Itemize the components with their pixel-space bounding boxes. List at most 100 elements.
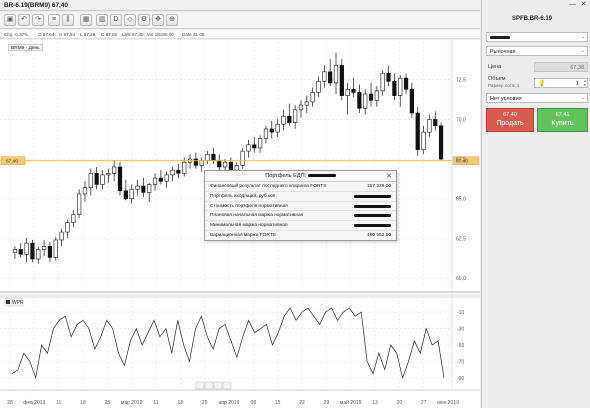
undo-icon[interactable]: ↶	[18, 14, 30, 26]
candle-body	[304, 101, 309, 106]
cursor-icon[interactable]: D	[110, 14, 122, 26]
price-tick-label: 70,0	[456, 117, 466, 123]
candle-body	[287, 115, 292, 123]
settings-icon[interactable]: ⚙	[138, 14, 150, 26]
quantity-stepper[interactable]: 💡 1 ▴ ▾	[534, 78, 588, 88]
zoom-in-icon[interactable]: ⊕	[166, 14, 178, 26]
buy-button[interactable]: 67,41 Купить	[537, 108, 588, 132]
x-tick-label: 25	[105, 400, 111, 406]
x-tick-label: май 2019	[340, 399, 362, 406]
account-select[interactable]: ⌄	[486, 32, 588, 42]
candle-body	[36, 249, 41, 260]
candle-body	[129, 188, 134, 200]
draw-icon[interactable]: ◇	[124, 14, 136, 26]
sell-price: 67,40	[503, 112, 517, 118]
move-icon[interactable]: ✥	[152, 14, 164, 26]
close-icon[interactable]: ✕	[579, 1, 588, 10]
x-tick-label: 29	[324, 400, 330, 406]
candle-body	[170, 169, 175, 176]
wpr-tick-label: -10	[457, 310, 464, 316]
candle-body	[374, 90, 379, 101]
lot-size-label: Размер лота: 1	[488, 83, 520, 88]
price-tick-label: 65,0	[456, 197, 466, 203]
candle-body	[211, 154, 216, 161]
candle-body	[164, 174, 169, 182]
candle-body	[65, 222, 70, 233]
candle-body	[141, 185, 146, 193]
wpr-tick-label: -90	[457, 376, 464, 382]
candle-body	[94, 173, 99, 185]
candle-body	[380, 73, 385, 92]
zoom-control	[222, 381, 232, 390]
candle-body	[392, 81, 397, 96]
zoom-control	[213, 381, 223, 390]
candle-body	[328, 71, 333, 84]
info-close: C 67,65	[101, 32, 118, 37]
candle-body	[257, 138, 263, 149]
candle-body	[193, 158, 199, 166]
price-tick-label: 60,0	[456, 276, 466, 282]
chart-type-icon[interactable]: ▣	[4, 14, 16, 26]
info-high: H 67,54	[59, 32, 76, 37]
price-tick-label: 72,5	[456, 78, 466, 84]
candle-body	[386, 73, 391, 82]
chart-toolbar: ▣ ↶ ↷ ≡ ⫼ ▦ ▥ D ◇ ⚙ ✥ ⊕	[0, 12, 480, 29]
chevron-down-icon: ⌄	[580, 34, 585, 40]
candle-body	[205, 154, 210, 161]
redacted-account	[490, 36, 510, 40]
candle-body	[135, 185, 140, 190]
info-low: L 67,28	[80, 32, 96, 37]
sell-button[interactable]: 67,40 Продать	[486, 108, 534, 132]
candle-body	[240, 150, 245, 166]
price-field[interactable]: 67,38	[534, 62, 588, 72]
x-tick-label: 25	[202, 400, 208, 406]
x-tick-label: 11	[153, 400, 158, 406]
wpr-swatch	[6, 300, 10, 304]
x-tick-label: 28	[7, 400, 13, 406]
close-icon[interactable]: ✕	[386, 172, 392, 180]
candle-body	[298, 104, 304, 111]
redo-icon[interactable]: ↷	[32, 14, 44, 26]
candle-body	[409, 88, 415, 114]
candle-body	[71, 214, 76, 223]
x-tick-label: фев 2019	[23, 400, 45, 406]
portfolio-row: Финансовый результат последнего клиринга…	[205, 182, 396, 192]
candle-body	[88, 173, 93, 188]
list-icon[interactable]: ≡	[48, 14, 60, 26]
candle-body	[345, 88, 350, 96]
candle-body	[316, 81, 321, 93]
condition-select[interactable]: Нет условия ⌄	[486, 93, 588, 103]
candle-body	[182, 161, 187, 174]
order-type-select[interactable]: Рыночная ⌄	[486, 46, 588, 56]
candle-body	[438, 125, 444, 160]
wpr-tick-label: -50	[457, 343, 464, 349]
candle-body	[106, 173, 111, 176]
price-tick-label: 67,5	[456, 157, 466, 163]
portfolio-row: Плановая начальная маржа нормативная	[205, 211, 396, 222]
redacted-value	[354, 204, 391, 208]
grid-icon[interactable]: ▦	[80, 14, 92, 26]
candle-body	[415, 112, 420, 150]
volume-label: Объем	[488, 76, 506, 82]
buy-label: Купить	[551, 120, 574, 127]
wpr-tick-label: -30	[457, 327, 464, 333]
x-tick-label: 15	[275, 400, 281, 406]
candle-body	[228, 161, 234, 171]
portfolio-row: Стоимость портфеля нормативная	[205, 202, 396, 212]
x-tick-label: 22	[299, 400, 305, 406]
x-tick-label: 08	[251, 400, 257, 406]
candle-body	[112, 166, 117, 174]
info-chg: Chg -0,37%	[4, 32, 29, 37]
x-tick-label: апр 2019	[219, 400, 240, 406]
stepper-arrows-icon[interactable]: ▴ ▾	[584, 79, 586, 87]
chart-legend: BRM9 - День	[8, 44, 43, 51]
bar-chart-icon[interactable]: ▥	[96, 14, 108, 26]
quote-infobar: Chg -0,37% O 67,64 H 67,54 L 67,28 C 67,…	[0, 30, 480, 39]
candle-body	[252, 144, 257, 149]
candle-body	[427, 119, 432, 133]
chart-title: BR-6.19(BRM9) 67,40	[4, 2, 68, 9]
candles-icon[interactable]: ⫼	[62, 14, 74, 26]
info-last: Last 67,40	[122, 32, 144, 37]
candle-body	[217, 160, 222, 168]
minimize-icon[interactable]: —	[568, 1, 577, 10]
